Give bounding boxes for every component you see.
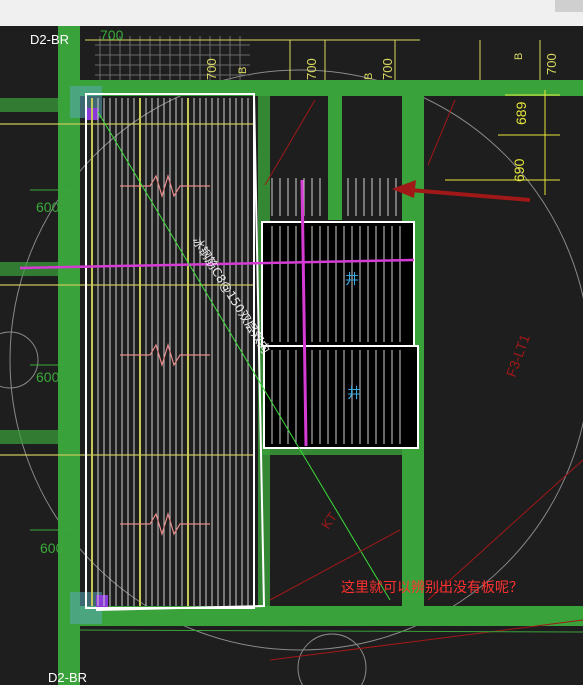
column-mid-a xyxy=(328,90,342,220)
dim-label-b-a: B xyxy=(237,67,249,74)
dim-label-600-a: 600 xyxy=(36,199,60,215)
dim-label-700-d: 700 xyxy=(380,58,395,80)
dim-label-600-c: 600 xyxy=(40,540,64,556)
dim-label-690: 690 xyxy=(511,158,527,182)
cad-drawing-canvas[interactable]: D2-BR D2-BR 700 700 700 700 700 B B B 60… xyxy=(0,0,583,685)
axis-label-top: D2-BR xyxy=(30,32,69,47)
dim-label-b-b: B xyxy=(363,73,375,80)
dim-label-700-c: 700 xyxy=(304,58,319,80)
question-annotation: 这里就可以辨别出没有板呢？ xyxy=(341,579,523,596)
well-label-2: 井 xyxy=(347,386,361,402)
dim-label-700-e: 700 xyxy=(544,53,559,75)
dim-label-689: 689 xyxy=(513,101,529,125)
axis-label-bottom: D2-BR xyxy=(48,670,87,685)
column-left xyxy=(58,26,80,685)
dim-label-700-b: 700 xyxy=(204,58,219,80)
dim-label-600-b: 600 xyxy=(36,369,60,385)
dim-label-b-c: B xyxy=(513,53,525,60)
dim-label-700-a: 700 xyxy=(100,27,124,43)
well-label-1: 井 xyxy=(345,272,359,288)
well-openings xyxy=(261,221,419,449)
